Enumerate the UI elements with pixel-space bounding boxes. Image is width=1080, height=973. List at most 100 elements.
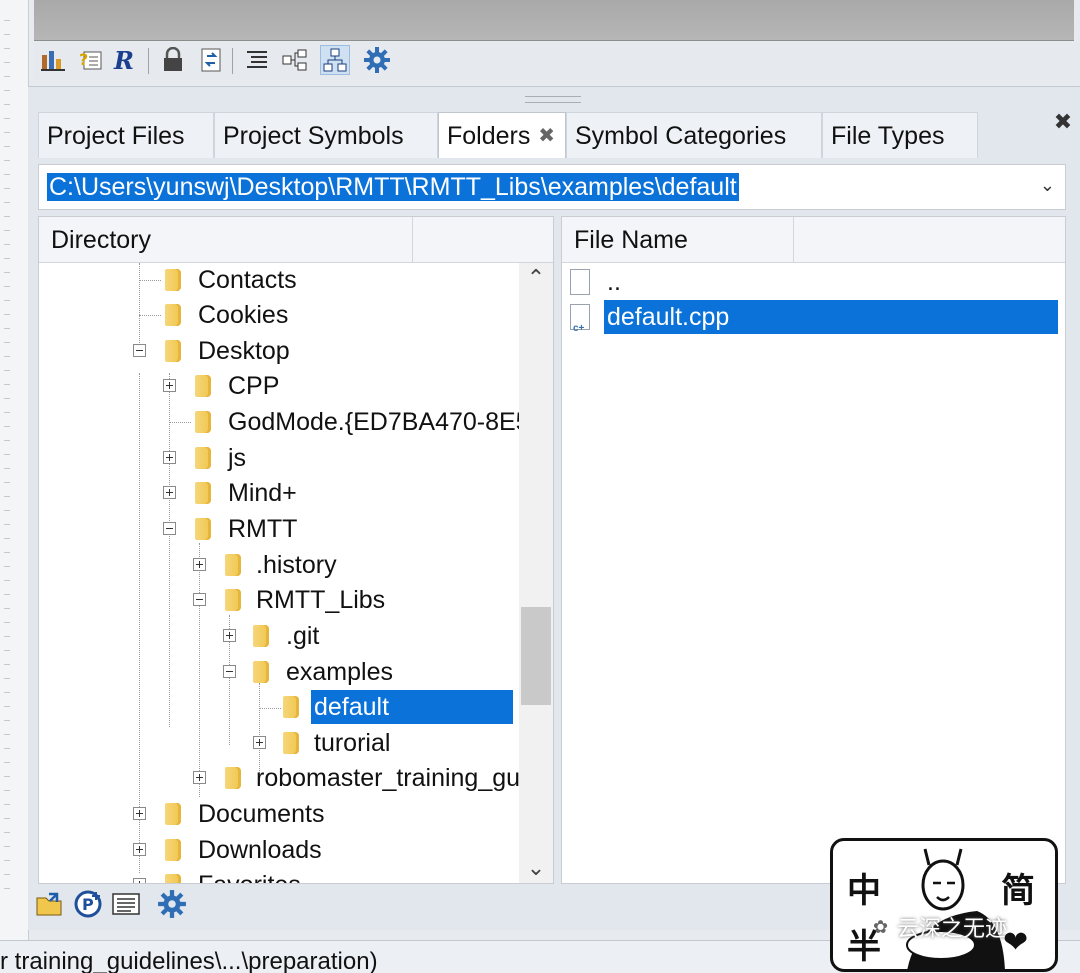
folder-icon [195,375,211,397]
tree-item-documents[interactable]: Documents [39,797,519,831]
r-icon[interactable]: R [112,45,142,75]
tree-item-examples[interactable]: examples [39,655,519,689]
chevron-down-icon[interactable]: ⌄ [1040,175,1055,196]
expand-icon[interactable] [253,736,266,749]
tab-close-icon[interactable]: ✖ [538,113,555,159]
svg-text:R: R [113,47,134,73]
project-icon[interactable]: P [72,888,104,920]
tree-item-robomaster[interactable]: robomaster_training_gu [39,761,519,795]
tree-item-label: Documents [198,800,325,828]
file-name: default.cpp [604,300,1058,334]
tree-item-label: Favorites [195,868,304,883]
directory-column-header[interactable]: Directory [39,217,413,263]
tree-item-contacts[interactable]: Contacts [39,263,519,297]
strip-line [4,594,10,595]
strip-line [4,412,10,413]
strip-line [4,650,10,651]
gear-icon[interactable] [362,45,392,75]
heart-icon: ❤ [1003,926,1029,959]
chart-icon[interactable] [38,45,68,75]
expand-icon[interactable] [133,807,146,820]
strip-line [4,314,10,315]
expand-icon[interactable] [163,451,176,464]
status-text: r training_guidelines\...\preparation) [0,948,378,973]
expand-icon[interactable] [163,379,176,392]
tree-item-label: Desktop [198,337,290,365]
strip-line [4,874,10,875]
tab-folders[interactable]: Folders ✖ [438,112,566,158]
lock-icon[interactable] [158,45,188,75]
tree-item-rmtt[interactable]: RMTT [39,512,519,546]
tree-item-default[interactable]: default [39,690,519,724]
tab-project-files[interactable]: Project Files [38,112,214,158]
tree-item-label: GodMode.{ED7BA470-8E5 [228,408,519,436]
expand-icon[interactable] [133,843,146,856]
tree-item-favorites[interactable]: Favorites [39,868,519,883]
panel-close-icon[interactable]: ✖ [1052,110,1074,134]
strip-line [4,62,10,63]
strip-line [4,608,10,609]
tree-item-history[interactable]: .history [39,548,519,582]
browse-icon[interactable] [110,888,142,920]
collapse-icon[interactable] [193,593,206,606]
strip-line [4,272,10,273]
scroll-thumb[interactable] [521,607,551,705]
tree-item-label: examples [286,658,393,686]
strip-line [4,48,10,49]
help-icon[interactable]: ? [76,45,106,75]
folder-icon [225,767,241,789]
tree-icon[interactable] [280,45,310,75]
sync-icon[interactable] [196,45,226,75]
collapse-icon[interactable] [133,344,146,357]
strip-line [4,328,10,329]
tree-item-label: Mind+ [228,479,297,507]
tree-item-cookies[interactable]: Cookies [39,298,519,332]
tree-item-label: Cookies [198,301,289,329]
expand-icon[interactable] [193,771,206,784]
expand-icon[interactable] [163,486,176,499]
tree-item-js[interactable]: js [39,441,519,475]
tree-item-mind-plus[interactable]: Mind+ [39,476,519,510]
strip-line [4,664,10,665]
tab-label: Folders [447,122,531,150]
strip-line [4,230,10,231]
tree-item-downloads[interactable]: Downloads [39,833,519,867]
toolbar-separator [148,48,149,74]
collapse-icon[interactable] [163,522,176,535]
expand-icon[interactable] [193,558,206,571]
hierarchy-icon[interactable] [320,45,350,75]
tree-item-git[interactable]: .git [39,619,519,653]
strip-line [4,160,10,161]
tab-file-types[interactable]: File Types [822,112,978,158]
left-editor-strip [0,0,29,940]
tab-symbol-categories[interactable]: Symbol Categories [566,112,822,158]
tree-item-turorial[interactable]: turorial [39,726,519,760]
folder-icon [195,447,211,469]
expand-icon[interactable] [223,629,236,642]
path-combobox[interactable]: C:\Users\yunswj\Desktop\RMTT\RMTT_Libs\e… [38,164,1066,210]
file-name: .. [607,268,621,296]
strip-line [4,90,10,91]
tree-item-cpp[interactable]: CPP [39,369,519,403]
strip-line [4,566,10,567]
file-name-column-header[interactable]: File Name [562,217,794,263]
strip-line [4,34,10,35]
expand-icon[interactable] [133,878,146,883]
tree-item-rmtt-libs[interactable]: RMTT_Libs [39,583,519,617]
directory-scrollbar[interactable]: ⌃ ⌄ [519,263,553,883]
panel-drag-grip[interactable] [525,96,581,103]
list-icon[interactable] [242,45,272,75]
svg-text:?: ? [79,50,88,69]
folder-icon [165,803,181,825]
tab-project-symbols[interactable]: Project Symbols [214,112,438,158]
collapse-icon[interactable] [223,665,236,678]
scroll-down-icon[interactable]: ⌄ [519,853,553,883]
file-row-parent[interactable]: .. [562,265,1065,299]
tree-item-godmode[interactable]: GodMode.{ED7BA470-8E5 [39,405,519,439]
scroll-up-icon[interactable]: ⌃ [519,263,553,293]
tree-item-desktop[interactable]: Desktop [39,334,519,368]
folder-icon [165,839,181,861]
file-row-default-cpp[interactable]: default.cpp [562,300,1065,346]
open-folder-icon[interactable] [34,888,66,920]
gear-icon[interactable] [156,888,188,920]
